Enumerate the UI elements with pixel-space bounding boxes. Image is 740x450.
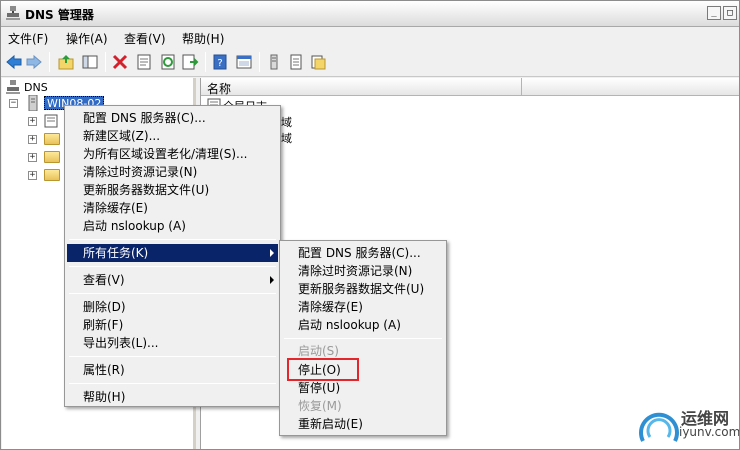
watermark-url: iyunv.com <box>679 425 740 439</box>
title-bar[interactable]: DNS 管理器 _ □ <box>1 1 739 27</box>
menu-action[interactable]: 操作(A) <box>66 30 108 47</box>
menu-update-data-files[interactable]: 更新服务器数据文件(U) <box>67 181 278 199</box>
menu-help[interactable]: 帮助(H) <box>67 388 278 406</box>
menu-help[interactable]: 帮助(H) <box>182 30 224 47</box>
folder-icon <box>44 151 60 163</box>
server-collapse-icon[interactable]: − <box>9 99 18 108</box>
console-icon[interactable] <box>235 53 253 71</box>
submenu-resume: 恢复(M) <box>298 399 342 413</box>
folder-icon[interactable] <box>309 53 327 71</box>
tree-root-label: DNS <box>24 81 48 94</box>
record-icon[interactable] <box>287 53 305 71</box>
menu-view[interactable]: 查看(V) <box>124 30 166 47</box>
dns-root-icon <box>6 80 20 94</box>
toolbar: ? <box>1 47 739 77</box>
list-item[interactable]: 域 <box>281 114 292 130</box>
dns-manager-window: DNS 管理器 _ □ 文件(F) 操作(A) 查看(V) 帮助(H) ? DN… <box>0 0 740 450</box>
menu-properties[interactable]: 属性(R) <box>67 361 278 379</box>
menu-delete[interactable]: 删除(D) <box>67 298 278 316</box>
back-arrow-icon[interactable] <box>5 53 23 71</box>
delete-icon[interactable] <box>111 53 129 71</box>
menu-refresh[interactable]: 刷新(F) <box>67 316 278 334</box>
expand-icon[interactable]: + <box>28 171 37 180</box>
menu-scavenge[interactable]: 清除过时资源记录(N) <box>67 163 278 181</box>
up-folder-icon[interactable] <box>57 53 75 71</box>
column-name-header[interactable]: 名称 <box>207 80 231 97</box>
folder-icon <box>44 169 60 181</box>
submenu-arrow-icon <box>270 249 274 257</box>
menu-clear-cache[interactable]: 清除缓存(E) <box>67 199 278 217</box>
menu-export-list[interactable]: 导出列表(L)... <box>67 334 278 352</box>
annotation-highlight-box <box>287 358 359 381</box>
svg-text:?: ? <box>217 58 222 69</box>
menu-set-aging[interactable]: 为所有区域设置老化/清理(S)... <box>67 145 278 163</box>
submenu-clear-cache[interactable]: 清除缓存(E) <box>282 298 444 316</box>
context-menu: 配置 DNS 服务器(C)... 新建区域(Z)... 为所有区域设置老化/清理… <box>64 105 281 407</box>
column-header: 名称 <box>201 78 739 97</box>
list-item-label: 域 <box>281 116 292 129</box>
server-list-icon[interactable] <box>265 53 283 71</box>
menu-all-tasks[interactable]: 所有任务(K) <box>67 244 278 262</box>
server-icon <box>28 95 38 111</box>
forward-arrow-icon[interactable] <box>25 53 43 71</box>
log-icon <box>44 114 58 128</box>
submenu-scavenge[interactable]: 清除过时资源记录(N) <box>282 262 444 280</box>
submenu-configure-dns[interactable]: 配置 DNS 服务器(C)... <box>282 244 444 262</box>
all-tasks-submenu: 配置 DNS 服务器(C)... 清除过时资源记录(N) 更新服务器数据文件(U… <box>279 240 447 436</box>
submenu-restart[interactable]: 重新启动(E) <box>282 415 444 433</box>
menu-file[interactable]: 文件(F) <box>8 30 48 47</box>
watermark: 运维网 iyunv.com <box>637 403 740 449</box>
list-item-label: 域 <box>281 132 292 145</box>
export-list-icon[interactable] <box>181 53 199 71</box>
properties-icon[interactable] <box>135 53 153 71</box>
watermark-logo-icon <box>639 412 679 442</box>
submenu-nslookup[interactable]: 启动 nslookup (A) <box>282 316 444 334</box>
menu-nslookup[interactable]: 启动 nslookup (A) <box>67 217 278 235</box>
submenu-arrow-icon <box>270 276 274 284</box>
submenu-update-data-files[interactable]: 更新服务器数据文件(U) <box>282 280 444 298</box>
menu-bar: 文件(F) 操作(A) 查看(V) 帮助(H) <box>1 27 739 47</box>
menu-configure-dns[interactable]: 配置 DNS 服务器(C)... <box>67 109 278 127</box>
expand-icon[interactable]: + <box>28 153 37 162</box>
dns-app-icon <box>6 6 20 20</box>
window-title: DNS 管理器 <box>25 8 94 22</box>
refresh-icon[interactable] <box>159 53 177 71</box>
list-item[interactable]: 域 <box>281 130 292 146</box>
minimize-button[interactable]: _ <box>707 6 721 20</box>
expand-icon[interactable]: + <box>28 135 37 144</box>
expand-icon[interactable]: + <box>28 117 37 126</box>
restore-button[interactable]: □ <box>723 6 737 20</box>
show-hide-tree-icon[interactable] <box>81 53 99 71</box>
menu-new-zone[interactable]: 新建区域(Z)... <box>67 127 278 145</box>
help-icon[interactable]: ? <box>211 53 229 71</box>
submenu-pause[interactable]: 暂停(U) <box>282 379 444 397</box>
menu-view[interactable]: 查看(V) <box>67 271 278 289</box>
folder-icon <box>44 133 60 145</box>
